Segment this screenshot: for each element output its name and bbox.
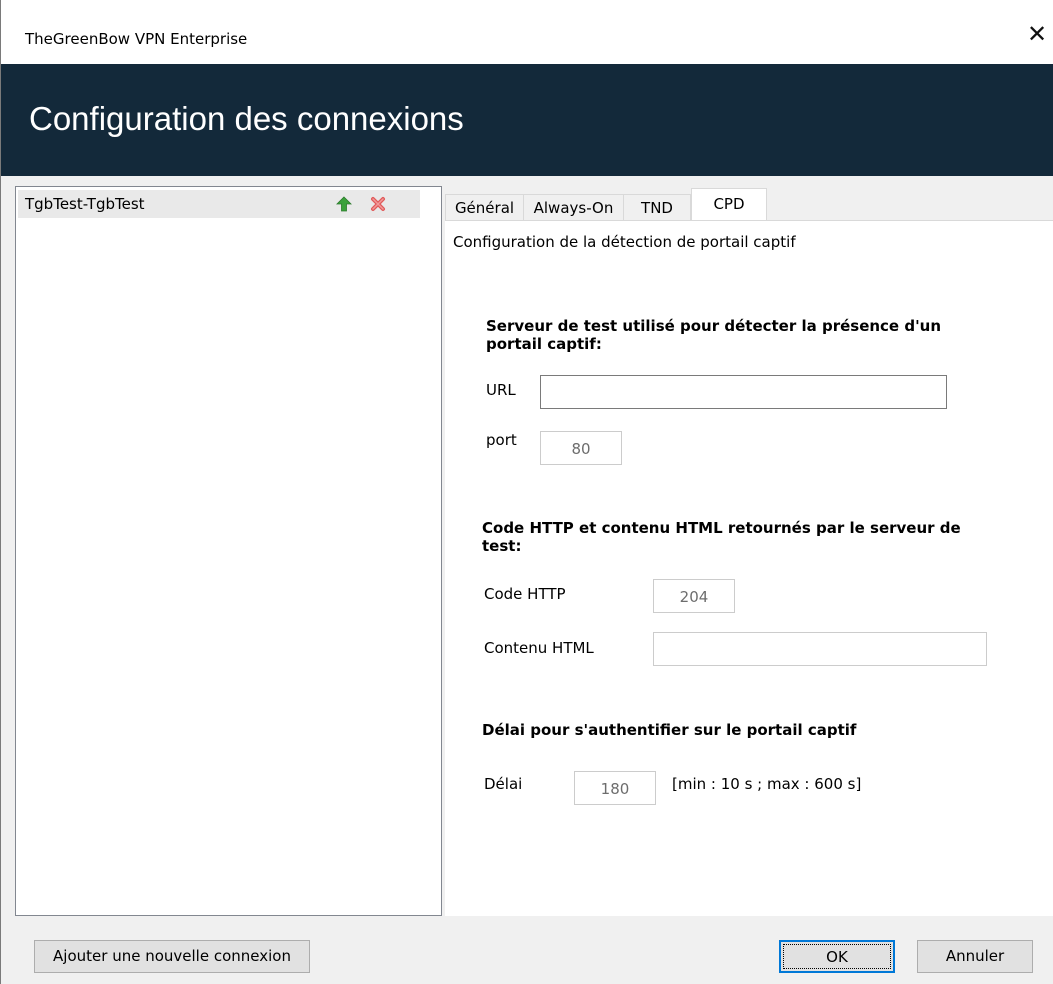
cpd-panel: Configuration de la détection de portail…	[445, 220, 1053, 916]
delay-range-hint: [min : 10 s ; max : 600 s]	[672, 775, 862, 793]
connection-list: TgbTest-TgbTest	[15, 186, 442, 916]
add-connection-button[interactable]: Ajouter une nouvelle connexion	[34, 940, 310, 973]
tab-bar: Général Always-On TND CPD	[445, 188, 1053, 221]
html-content-input[interactable]	[653, 632, 987, 666]
tab-general[interactable]: Général	[445, 194, 524, 221]
http-title-line2: test:	[482, 537, 522, 555]
add-connection-label: Ajouter une nouvelle connexion	[53, 947, 291, 965]
cancel-label: Annuler	[945, 947, 1005, 965]
delay-input[interactable]: 180	[574, 771, 656, 805]
title-bar: TheGreenBow VPN Enterprise ✕	[1, 0, 1053, 64]
server-title-line1: Serveur de test utilisé pour détecter la…	[486, 317, 942, 335]
tab-tnd[interactable]: TND	[623, 194, 691, 221]
port-input[interactable]: 80	[540, 431, 622, 465]
port-label: port	[486, 431, 517, 449]
url-label: URL	[486, 381, 516, 399]
ok-label: OK	[826, 948, 848, 966]
dialog-body: TgbTest-TgbTest Général Always-On TND CP…	[1, 176, 1053, 984]
delete-x-icon[interactable]	[368, 194, 388, 214]
connection-label: TgbTest-TgbTest	[25, 195, 145, 213]
url-input[interactable]	[540, 375, 947, 409]
arrow-up-icon[interactable]	[334, 194, 354, 214]
html-content-label: Contenu HTML	[484, 639, 594, 657]
ok-button[interactable]: OK	[779, 940, 895, 973]
window-title: TheGreenBow VPN Enterprise	[25, 30, 248, 48]
tab-cpd[interactable]: CPD	[691, 188, 767, 221]
list-item[interactable]: TgbTest-TgbTest	[18, 190, 420, 218]
tab-always-on[interactable]: Always-On	[523, 194, 624, 221]
http-section-title: Code HTTP et contenu HTML retournés par …	[482, 519, 961, 555]
server-title-line2: portail captif:	[486, 335, 602, 353]
http-title-line1: Code HTTP et contenu HTML retournés par …	[482, 519, 961, 537]
main-window: TheGreenBow VPN Enterprise ✕ Configurati…	[0, 0, 1053, 984]
header-banner: Configuration des connexions	[1, 64, 1053, 176]
http-code-label: Code HTTP	[484, 585, 566, 603]
delay-label: Délai	[484, 775, 523, 793]
close-icon[interactable]: ✕	[1025, 22, 1049, 46]
panel-subtitle: Configuration de la détection de portail…	[453, 233, 796, 251]
server-section-title: Serveur de test utilisé pour détecter la…	[486, 317, 941, 353]
cancel-button[interactable]: Annuler	[917, 940, 1033, 973]
http-code-input[interactable]: 204	[653, 579, 735, 613]
page-title: Configuration des connexions	[29, 100, 464, 137]
delay-section-title: Délai pour s'authentifier sur le portail…	[482, 721, 857, 739]
